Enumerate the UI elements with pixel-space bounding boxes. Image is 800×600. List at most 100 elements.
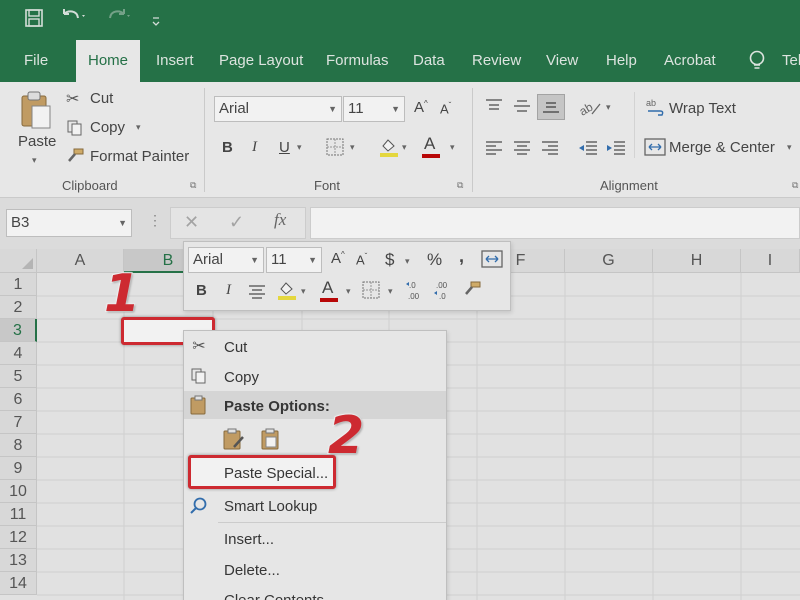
tab-tell-me[interactable]: Tel [770, 40, 800, 82]
customize-qat-icon[interactable] [152, 14, 160, 26]
insert-function-button[interactable]: fx [274, 210, 286, 230]
mini-font-name-combo[interactable]: Arial ▼ [188, 247, 264, 273]
bold-button[interactable]: B [222, 139, 233, 156]
context-copy[interactable]: Copy [224, 369, 259, 386]
mini-fill-color-icon[interactable] [276, 279, 298, 306]
font-color-icon[interactable]: A [422, 134, 440, 158]
cut-icon[interactable]: ✂ [66, 89, 79, 109]
save-icon[interactable] [24, 8, 44, 34]
underline-button[interactable]: U [279, 139, 290, 156]
decrease-decimal-icon[interactable]: .00.0 [433, 279, 457, 306]
chevron-down-icon: ▼ [328, 104, 337, 114]
borders-icon[interactable] [326, 138, 344, 161]
align-left-icon[interactable] [485, 140, 503, 161]
merge-center-icon[interactable] [644, 137, 666, 162]
mini-font-size-combo[interactable]: 11 ▼ [266, 247, 322, 273]
tab-view[interactable]: View [534, 40, 590, 82]
mini-decrease-font-icon[interactable]: Aˇ [356, 252, 367, 267]
context-clear-contents[interactable]: Clear Contents [224, 592, 324, 600]
mini-font-color-swatch [320, 298, 338, 302]
mini-increase-font-icon[interactable]: A^ [331, 250, 345, 267]
tab-formulas[interactable]: Formulas [314, 40, 401, 82]
tab-insert[interactable]: Insert [144, 40, 206, 82]
align-center-icon[interactable] [513, 140, 531, 161]
mini-font-color-glyph: A [322, 278, 334, 297]
undo-icon[interactable] [60, 8, 86, 34]
tell-me-lightbulb-icon[interactable] [748, 50, 766, 77]
fill-color-icon[interactable] [378, 136, 400, 163]
decrease-font-size-icon[interactable]: Aˇ [440, 101, 451, 116]
mini-bold-button[interactable]: B [196, 282, 207, 299]
font-color-dropdown-icon[interactable]: ▾ [450, 142, 455, 153]
accounting-dropdown-icon[interactable]: ▾ [405, 256, 410, 267]
tab-data[interactable]: Data [401, 40, 457, 82]
enter-icon[interactable]: ✓ [229, 212, 244, 233]
clipboard-launcher-icon[interactable]: ⧉ [190, 180, 196, 191]
align-top-icon[interactable] [485, 98, 503, 119]
paste-icon[interactable] [20, 90, 52, 135]
align-middle-icon[interactable] [513, 98, 531, 119]
context-delete[interactable]: Delete... [224, 562, 280, 579]
mini-font-color-icon[interactable]: A [320, 278, 338, 302]
tab-review[interactable]: Review [460, 40, 533, 82]
orientation-dropdown-icon[interactable]: ▾ [606, 102, 611, 113]
copy-button[interactable]: Copy [90, 119, 125, 136]
paste-keep-formatting-icon[interactable] [222, 427, 246, 456]
context-paste-special[interactable]: Paste Special... [224, 465, 328, 482]
underline-dropdown-icon[interactable]: ▾ [297, 142, 302, 153]
format-painter-icon[interactable] [66, 148, 84, 169]
percent-style-button[interactable]: % [427, 250, 442, 270]
more-options-icon[interactable]: ⋮ [148, 212, 162, 229]
tab-home[interactable]: Home [76, 40, 140, 82]
format-painter-button[interactable]: Format Painter [90, 148, 189, 165]
align-right-icon[interactable] [541, 140, 559, 161]
increase-indent-icon[interactable] [606, 140, 626, 161]
wrap-text-icon[interactable]: ab [646, 97, 666, 122]
mini-align-center-icon[interactable] [248, 284, 266, 305]
formula-input[interactable] [310, 207, 800, 239]
align-bottom-button[interactable] [537, 94, 565, 120]
mini-format-painter-icon[interactable] [463, 281, 481, 302]
mini-fill-dropdown-icon[interactable]: ▾ [301, 286, 306, 297]
paste-button[interactable]: Paste [18, 133, 56, 150]
alignment-launcher-icon[interactable]: ⧉ [792, 180, 798, 191]
tab-acrobat[interactable]: Acrobat [652, 40, 728, 82]
italic-button[interactable]: I [252, 139, 257, 156]
font-launcher-icon[interactable]: ⧉ [457, 180, 463, 191]
orientation-icon[interactable]: ab [577, 96, 606, 123]
mini-font-color-dropdown-icon[interactable]: ▾ [346, 286, 351, 297]
paste-dropdown-icon[interactable]: ▾ [32, 155, 37, 166]
cancel-icon[interactable]: ✕ [184, 212, 199, 233]
mini-borders-icon[interactable] [362, 281, 380, 304]
name-box[interactable]: B3 ▼ [6, 209, 132, 237]
borders-dropdown-icon[interactable]: ▾ [350, 142, 355, 153]
increase-font-size-icon[interactable]: A^ [414, 99, 428, 116]
comma-style-button[interactable]: , [459, 246, 464, 267]
paste-icon[interactable] [260, 427, 282, 456]
redo-icon[interactable] [106, 8, 132, 34]
wrap-text-button[interactable]: Wrap Text [669, 100, 736, 117]
accounting-format-button[interactable]: $ [385, 250, 394, 270]
merge-center-button[interactable]: Merge & Center [669, 139, 775, 156]
increase-decimal-icon[interactable]: .0.00 [405, 279, 429, 306]
context-cut[interactable]: Cut [224, 339, 247, 356]
tab-help[interactable]: Help [594, 40, 649, 82]
fill-color-dropdown-icon[interactable]: ▾ [402, 142, 407, 153]
font-name-combo[interactable]: Arial ▼ [214, 96, 342, 122]
copy-dropdown-icon[interactable]: ▾ [136, 122, 141, 133]
copy-icon[interactable] [67, 120, 83, 141]
mini-font-name-value: Arial [193, 251, 224, 268]
cut-button[interactable]: Cut [90, 90, 113, 107]
chevron-down-icon: ▼ [391, 104, 400, 114]
mini-italic-button[interactable]: I [226, 282, 231, 299]
decrease-indent-icon[interactable] [578, 140, 598, 161]
mini-borders-dropdown-icon[interactable]: ▾ [388, 286, 393, 297]
merge-dropdown-icon[interactable]: ▾ [787, 142, 792, 153]
merge-center-icon[interactable] [481, 249, 503, 274]
tab-page-layout[interactable]: Page Layout [207, 40, 315, 82]
tab-file[interactable]: File [12, 40, 60, 82]
font-size-combo[interactable]: 11 ▼ [343, 96, 405, 122]
context-smart-lookup[interactable]: Smart Lookup [224, 498, 317, 515]
context-insert[interactable]: Insert... [224, 531, 274, 548]
chevron-down-icon: ▼ [308, 255, 317, 265]
